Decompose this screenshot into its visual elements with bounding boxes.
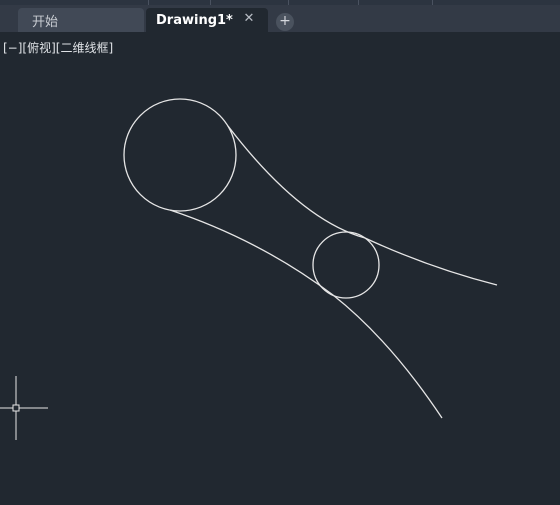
- upper-tangent-curve[interactable]: [227, 125, 498, 286]
- drawing-canvas[interactable]: [0, 0, 560, 505]
- drawing-area[interactable]: [0, 0, 560, 505]
- cad-application-window: 开始 Drawing1* ✕ + [−][俯视][二维线框]: [0, 0, 560, 505]
- lower-tangent-curve[interactable]: [169, 209, 443, 419]
- large-circle[interactable]: [123, 98, 237, 212]
- crosshair-cursor-icon: [0, 376, 48, 440]
